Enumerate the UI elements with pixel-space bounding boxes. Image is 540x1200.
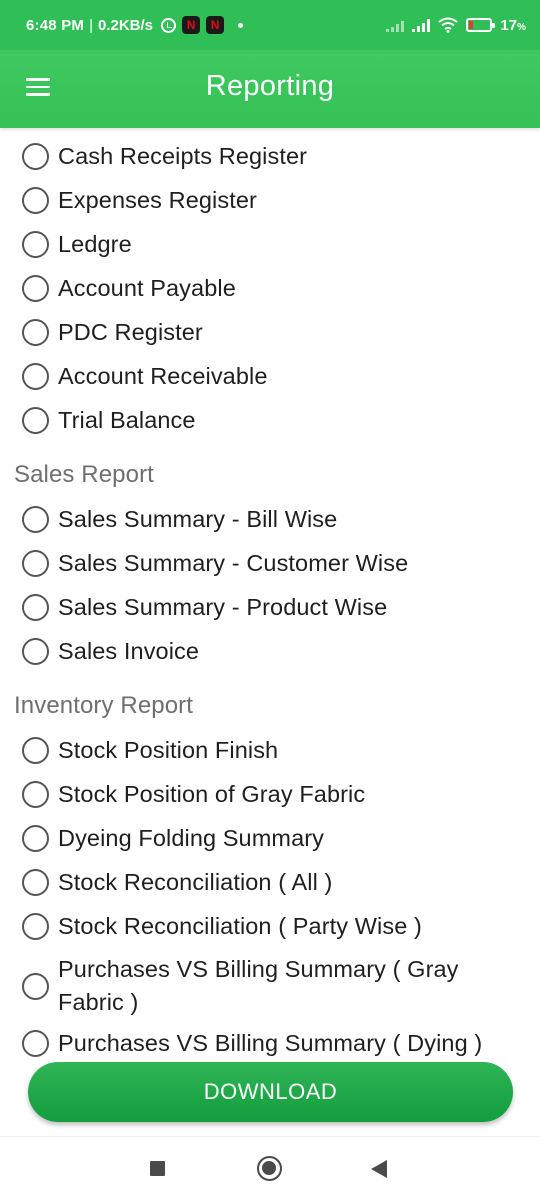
radio-label: Purchases VS Billing Summary ( Gray Fabr… (58, 956, 459, 1015)
app-bar: Reporting (0, 50, 540, 128)
radio-button[interactable] (22, 275, 49, 302)
netflix-icon: N (206, 16, 225, 34)
radio-label: Stock Position of Gray Fabric (58, 781, 366, 807)
radio-button[interactable] (22, 737, 49, 764)
radio-button[interactable] (22, 550, 49, 577)
radio-option-dyeing-folding-summary[interactable]: Dyeing Folding Summary (22, 822, 522, 855)
radio-label: Ledgre (58, 231, 132, 257)
home-circle-icon[interactable] (257, 1156, 282, 1181)
system-nav-bar (0, 1136, 540, 1200)
radio-option-stock-reconciliation-party-wise[interactable]: Stock Reconciliation ( Party Wise ) (22, 910, 522, 943)
radio-option-account-payable[interactable]: Account Payable (22, 272, 522, 305)
radio-option-account-receivable[interactable]: Account Receivable (22, 360, 522, 393)
radio-button[interactable] (22, 506, 49, 533)
radio-option-stock-position-finish[interactable]: Stock Position Finish (22, 734, 522, 767)
notification-dot-icon (238, 22, 244, 28)
radio-label: Trial Balance (58, 407, 196, 433)
radio-option-sales-summary-customer-wise[interactable]: Sales Summary - Customer Wise (22, 547, 522, 580)
download-button[interactable]: DOWNLOAD (28, 1062, 513, 1122)
battery-percent: 17% (500, 16, 526, 34)
radio-option-cash-receipts-register[interactable]: Cash Receipts Register (22, 140, 522, 173)
radio-option-ledgre[interactable]: Ledgre (22, 228, 522, 261)
recents-square-icon[interactable] (150, 1161, 165, 1176)
radio-label: Sales Invoice (58, 638, 200, 664)
radio-label: Account Payable (58, 275, 236, 301)
radio-label: Account Receivable (58, 363, 268, 389)
radio-label: Purchases VS Billing Summary ( Dying ) (58, 1030, 483, 1056)
radio-button[interactable] (22, 187, 49, 214)
radio-button[interactable] (22, 972, 49, 1000)
alarm-icon (161, 17, 177, 33)
radio-option-pdc-register[interactable]: PDC Register (22, 316, 522, 349)
radio-label: Expenses Register (58, 187, 257, 213)
radio-button[interactable] (22, 594, 49, 621)
radio-button[interactable] (22, 319, 49, 346)
radio-button[interactable] (22, 143, 49, 170)
radio-button[interactable] (22, 363, 49, 390)
section-title-sales-report: Sales Report (14, 461, 154, 488)
radio-button[interactable] (22, 231, 49, 258)
radio-label: Cash Receipts Register (58, 143, 308, 169)
radio-option-sales-invoice[interactable]: Sales Invoice (22, 635, 522, 668)
status-time: 6:48 PM (26, 16, 85, 34)
signal-icon (386, 18, 405, 32)
radio-label: Stock Reconciliation ( Party Wise ) (58, 913, 422, 939)
radio-button[interactable] (22, 913, 49, 940)
radio-label: Sales Summary - Customer Wise (58, 550, 409, 576)
radio-option-stock-reconciliation-all[interactable]: Stock Reconciliation ( All ) (22, 866, 522, 899)
status-separator: | (89, 16, 93, 34)
radio-label: Stock Position Finish (58, 737, 279, 763)
radio-label: Stock Reconciliation ( All ) (58, 869, 333, 895)
page-title: Reporting (205, 70, 335, 102)
status-bar: 6:48 PM | 0.2KB/s N N 17% (0, 0, 540, 50)
netflix-icon: N (182, 16, 201, 34)
wifi-icon (438, 17, 459, 33)
radio-option-expenses-register[interactable]: Expenses Register (22, 184, 522, 217)
radio-option-sales-summary-bill-wise[interactable]: Sales Summary - Bill Wise (22, 503, 522, 536)
radio-label: Sales Summary - Product Wise (58, 594, 388, 620)
radio-label: PDC Register (58, 319, 203, 345)
battery-icon (466, 18, 496, 32)
section-title-inventory-report: Inventory Report (14, 692, 194, 719)
status-speed: 0.2KB/s (98, 16, 154, 34)
radio-button[interactable] (22, 825, 49, 852)
radio-button[interactable] (22, 781, 49, 808)
radio-option-purchases-vs-billing-dying[interactable]: Purchases VS Billing Summary ( Dying ) (22, 1027, 522, 1058)
status-right-icons: 17% (386, 17, 526, 34)
radio-option-trial-balance[interactable]: Trial Balance (22, 404, 522, 437)
back-triangle-icon[interactable] (371, 1160, 387, 1178)
radio-button[interactable] (22, 869, 49, 896)
radio-option-stock-position-gray-fabric[interactable]: Stock Position of Gray Fabric (22, 778, 522, 811)
signal-icon (412, 18, 431, 32)
radio-option-sales-summary-product-wise[interactable]: Sales Summary - Product Wise (22, 591, 522, 624)
radio-option-purchases-vs-billing-gray-fabric[interactable]: Purchases VS Billing Summary ( Gray Fabr… (22, 953, 502, 1019)
radio-label: Sales Summary - Bill Wise (58, 506, 338, 532)
status-left-icons: N N (161, 16, 244, 34)
radio-button[interactable] (22, 407, 49, 434)
radio-button[interactable] (22, 638, 49, 665)
report-list[interactable]: Cash Receipts Register Expenses Register… (0, 128, 540, 1058)
radio-label: Dyeing Folding Summary (58, 825, 325, 851)
radio-button[interactable] (22, 1030, 49, 1057)
